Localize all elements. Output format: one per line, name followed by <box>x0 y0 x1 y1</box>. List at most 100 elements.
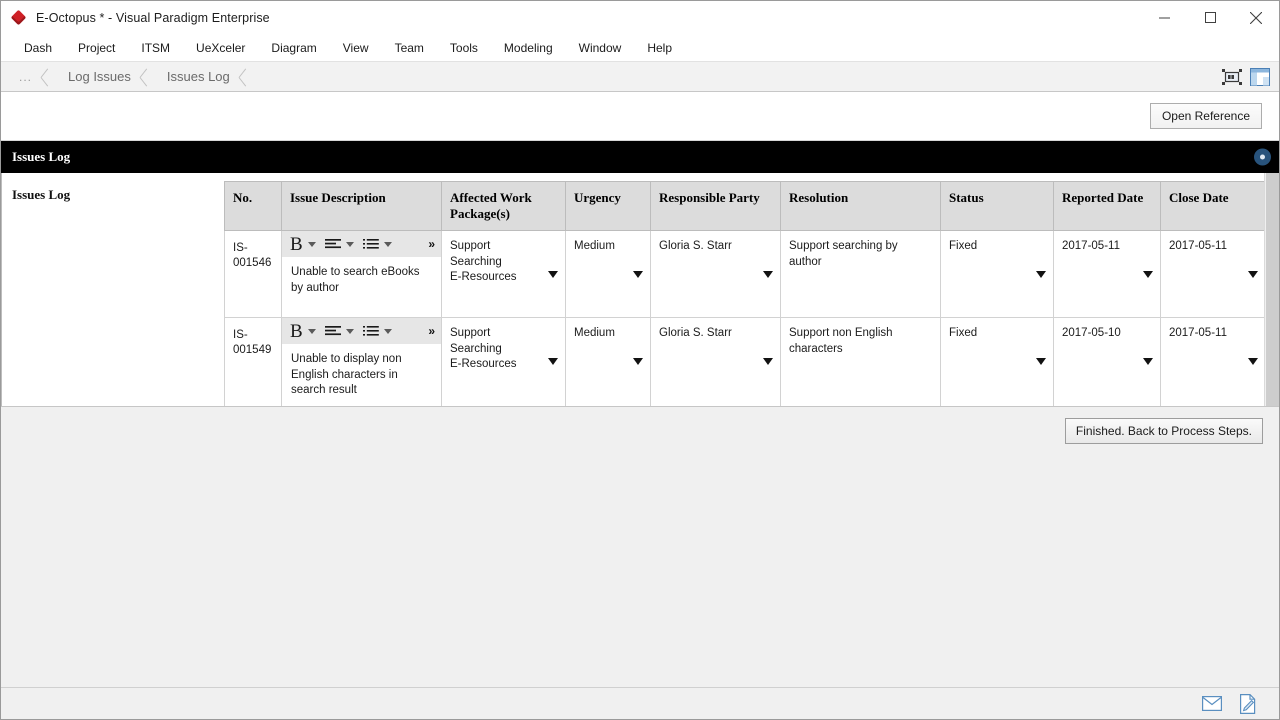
form-scroll-region: Issues Log No. Issue Description Affecte… <box>2 173 1279 406</box>
chevron-down-icon[interactable] <box>308 242 316 247</box>
chevron-down-icon[interactable] <box>1248 358 1258 365</box>
chevron-right-icon <box>40 62 54 92</box>
cell-reported-date[interactable]: 2017-05-10 <box>1054 318 1161 407</box>
chevron-down-icon[interactable] <box>763 271 773 278</box>
menu-item-diagram[interactable]: Diagram <box>258 37 329 59</box>
chevron-down-icon[interactable] <box>1143 271 1153 278</box>
empty-workspace <box>1 454 1279 687</box>
bold-button[interactable]: B <box>288 322 305 341</box>
overflow-chevrons-icon[interactable]: » <box>428 239 435 249</box>
finished-back-to-process-steps-button[interactable]: Finished. Back to Process Steps. <box>1065 418 1263 444</box>
column-header-resolution[interactable]: Resolution <box>781 182 941 231</box>
cell-issue-description[interactable]: B <box>282 318 442 407</box>
cell-reported-date[interactable]: 2017-05-11 <box>1054 231 1161 318</box>
chevron-down-icon[interactable] <box>346 329 354 334</box>
cell-no[interactable]: IS-001549 <box>225 318 282 407</box>
window-controls <box>1141 1 1279 34</box>
close-date-value: 2017-05-11 <box>1161 231 1265 273</box>
window-title: E-Octopus * - Visual Paradigm Enterprise <box>36 11 270 25</box>
form-body: Issues Log No. Issue Description Affecte… <box>1 173 1279 406</box>
align-control[interactable] <box>323 320 361 342</box>
breadcrumb-item-log-issues[interactable]: Log Issues <box>58 62 157 92</box>
menu-item-itsm[interactable]: ITSM <box>128 37 183 59</box>
column-header-affected-work-packages[interactable]: Affected Work Package(s) <box>442 182 566 231</box>
cell-no[interactable]: IS-001546 <box>225 231 282 318</box>
bulleted-list-icon[interactable] <box>361 320 381 342</box>
menu-item-modeling[interactable]: Modeling <box>491 37 566 59</box>
align-control[interactable] <box>323 233 361 255</box>
bold-control[interactable]: B <box>288 235 323 254</box>
column-header-responsible-party[interactable]: Responsible Party <box>651 182 781 231</box>
menu-item-uexceler[interactable]: UeXceler <box>183 37 258 59</box>
cell-work-package[interactable]: SupportSearchingE-Resources <box>442 231 566 318</box>
column-header-no[interactable]: No. <box>225 182 282 231</box>
breadcrumb-item-issues-log[interactable]: Issues Log <box>157 62 256 92</box>
application-window: E-Octopus * - Visual Paradigm Enterprise… <box>0 0 1280 720</box>
chevron-down-icon[interactable] <box>346 242 354 247</box>
menu-item-help[interactable]: Help <box>634 37 685 59</box>
column-header-urgency[interactable]: Urgency <box>566 182 651 231</box>
chevron-down-icon[interactable] <box>308 329 316 334</box>
breadcrumb-label: Issues Log <box>167 69 230 84</box>
cell-close-date[interactable]: 2017-05-11 <box>1161 318 1266 407</box>
menu-item-tools[interactable]: Tools <box>437 37 491 59</box>
cell-urgency[interactable]: Medium <box>566 318 651 407</box>
fit-width-icon[interactable] <box>1221 66 1243 88</box>
column-header-reported-date[interactable]: Reported Date <box>1054 182 1161 231</box>
mail-icon[interactable] <box>1201 693 1223 715</box>
list-control[interactable] <box>361 320 399 342</box>
rich-text-editor[interactable]: B <box>282 318 441 406</box>
column-header-close-date[interactable]: Close Date <box>1161 182 1266 231</box>
chevron-down-icon[interactable] <box>548 271 558 278</box>
bold-control[interactable]: B <box>288 322 323 341</box>
menu-item-view[interactable]: View <box>330 37 382 59</box>
cell-resolution[interactable]: Support non English characters <box>781 318 941 407</box>
chevron-down-icon[interactable] <box>548 358 558 365</box>
scrollbar-thumb[interactable] <box>1266 173 1279 406</box>
close-button[interactable] <box>1233 1 1279 34</box>
cell-urgency[interactable]: Medium <box>566 231 651 318</box>
chevron-down-icon[interactable] <box>384 242 392 247</box>
menu-item-dash[interactable]: Dash <box>11 37 65 59</box>
bold-button[interactable]: B <box>288 235 305 254</box>
cell-status[interactable]: Fixed <box>941 318 1054 407</box>
breadcrumb-item-root[interactable]: ... <box>9 62 58 92</box>
panel-layout-icon[interactable] <box>1249 66 1271 88</box>
chevron-down-icon[interactable] <box>1143 358 1153 365</box>
chevron-down-icon[interactable] <box>384 329 392 334</box>
cell-responsible-party[interactable]: Gloria S. Starr <box>651 231 781 318</box>
edit-document-icon[interactable] <box>1237 693 1259 715</box>
cell-status[interactable]: Fixed <box>941 231 1054 318</box>
rich-text-editor[interactable]: B <box>282 231 441 306</box>
column-header-issue-description[interactable]: Issue Description <box>282 182 442 231</box>
column-header-status[interactable]: Status <box>941 182 1054 231</box>
menu-item-window[interactable]: Window <box>566 37 635 59</box>
bulleted-list-icon[interactable] <box>361 233 381 255</box>
overflow-chevrons-icon[interactable]: » <box>428 326 435 336</box>
cell-issue-description[interactable]: B <box>282 231 442 318</box>
minimize-button[interactable] <box>1141 1 1187 34</box>
align-left-icon[interactable] <box>323 233 343 255</box>
table-body: IS-001546 B <box>225 231 1266 407</box>
diamond-logo-icon <box>11 10 27 26</box>
cell-resolution[interactable]: Support searching by author <box>781 231 941 318</box>
cell-work-package[interactable]: SupportSearchingE-Resources <box>442 318 566 407</box>
list-control[interactable] <box>361 233 399 255</box>
cell-responsible-party[interactable]: Gloria S. Starr <box>651 318 781 407</box>
issue-description-text[interactable]: Unable to search eBooks by author <box>282 257 441 306</box>
issue-description-text[interactable]: Unable to display non English characters… <box>282 344 441 406</box>
chevron-down-icon[interactable] <box>633 271 643 278</box>
chevron-down-icon[interactable] <box>763 358 773 365</box>
menu-item-project[interactable]: Project <box>65 37 128 59</box>
vertical-scrollbar[interactable] <box>1264 173 1279 406</box>
chevron-down-icon[interactable] <box>1036 271 1046 278</box>
chevron-down-icon[interactable] <box>1036 358 1046 365</box>
chevron-down-icon[interactable] <box>633 358 643 365</box>
maximize-button[interactable] <box>1187 1 1233 34</box>
location-pin-icon[interactable] <box>1254 149 1271 166</box>
menu-item-team[interactable]: Team <box>382 37 437 59</box>
chevron-down-icon[interactable] <box>1248 271 1258 278</box>
open-reference-button[interactable]: Open Reference <box>1150 103 1262 129</box>
align-left-icon[interactable] <box>323 320 343 342</box>
cell-close-date[interactable]: 2017-05-11 <box>1161 231 1266 318</box>
